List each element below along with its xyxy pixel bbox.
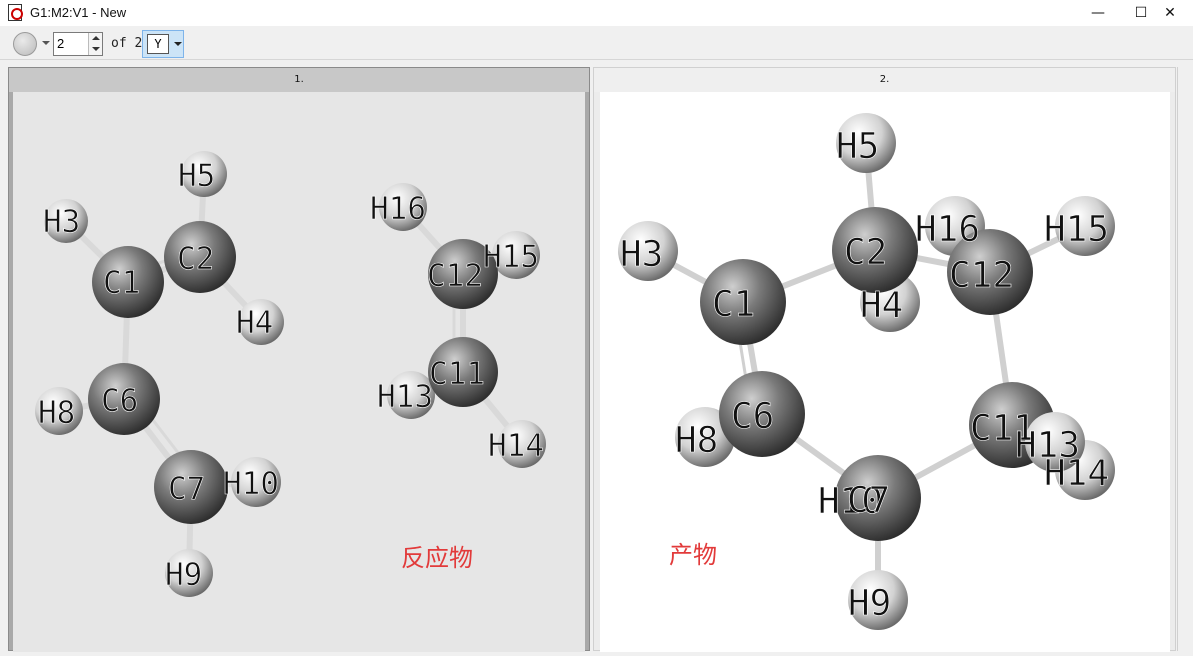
selector-tool-button[interactable]: Y [142, 30, 184, 58]
label-c6: C6 [731, 396, 774, 437]
panel-1-canvas[interactable]: H3 H5 H4 C1 C2 H8 C6 H10 C7 H9 H16 H15 C… [13, 92, 585, 652]
label-c12: C12 [949, 255, 1014, 296]
label-h5: H5 [178, 158, 215, 194]
label-h3: H3 [620, 234, 663, 275]
label-h8: H8 [675, 420, 718, 461]
label-c6: C6 [101, 383, 138, 419]
reactants-molecule-view[interactable]: H3 H5 H4 C1 C2 H8 C6 H10 C7 H9 H16 H15 C… [13, 92, 585, 652]
panel-2-header: 2. [594, 68, 1175, 92]
panel-1-header: 1. [9, 68, 589, 92]
label-h3: H3 [43, 204, 80, 240]
window-title: G1:M2:V1 - New [30, 5, 127, 20]
label-h8: H8 [38, 395, 75, 431]
label-c7: C7 [168, 471, 205, 507]
right-edge-strip [1177, 67, 1193, 651]
label-h9: H9 [848, 583, 891, 624]
close-button[interactable]: ✕ [1147, 0, 1193, 26]
label-c2: C2 [844, 232, 887, 273]
label-h16: H16 [370, 191, 426, 227]
label-h14: H14 [488, 428, 544, 464]
label-c11: C11 [429, 356, 485, 392]
window-titlebar: G1:M2:V1 - New — ☐ ✕ [0, 0, 1193, 26]
molecule-number-spinbox[interactable]: 2 [53, 32, 103, 56]
label-h15: H15 [1044, 209, 1109, 250]
chevron-down-icon[interactable] [42, 41, 50, 45]
label-c1: C1 [712, 284, 755, 325]
label-c7: C7 [847, 480, 890, 521]
panel-2-canvas[interactable]: H5 H3 H15 H4 C1 C2 H16 C12 H8 C6 C11 H14… [600, 92, 1170, 652]
spin-down-icon[interactable] [92, 47, 100, 51]
panel-reactants[interactable]: 1. H3 H5 H4 C1 C2 H8 C6 H10 C7 H9 H16 H1… [8, 67, 590, 652]
label-h4: H4 [860, 285, 903, 326]
viewer-area: 1. H3 H5 H4 C1 C2 H8 C6 H10 C7 H9 H16 H1… [0, 61, 1193, 652]
of-total-label: of 2 [111, 36, 143, 51]
label-h13: H13 [1015, 425, 1080, 466]
label-c1: C1 [103, 265, 140, 301]
spinbox-value[interactable]: 2 [57, 36, 64, 51]
model-circle-button[interactable] [13, 32, 37, 56]
reactants-caption: 反应物 [401, 544, 473, 572]
selector-tool-icon[interactable]: Y [147, 34, 169, 54]
minimize-button[interactable]: — [1075, 0, 1121, 26]
chevron-down-icon[interactable] [174, 42, 182, 46]
label-c12: C12 [427, 258, 483, 294]
panel-product[interactable]: 2. H5 H3 H15 H4 C1 C2 H16 C12 H8 C6 C11 … [593, 67, 1176, 652]
product-caption: 产物 [669, 541, 717, 569]
label-h4: H4 [236, 305, 273, 341]
label-h16: H16 [915, 209, 980, 250]
label-h5: H5 [836, 126, 879, 167]
app-icon [8, 4, 23, 21]
label-h9: H9 [165, 557, 202, 593]
label-c2: C2 [177, 241, 214, 277]
label-h10: H10 [223, 466, 279, 502]
spin-up-icon[interactable] [92, 36, 100, 40]
label-h13: H13 [377, 379, 433, 415]
spinbox-arrows[interactable] [88, 33, 102, 55]
label-h15: H15 [483, 239, 539, 275]
